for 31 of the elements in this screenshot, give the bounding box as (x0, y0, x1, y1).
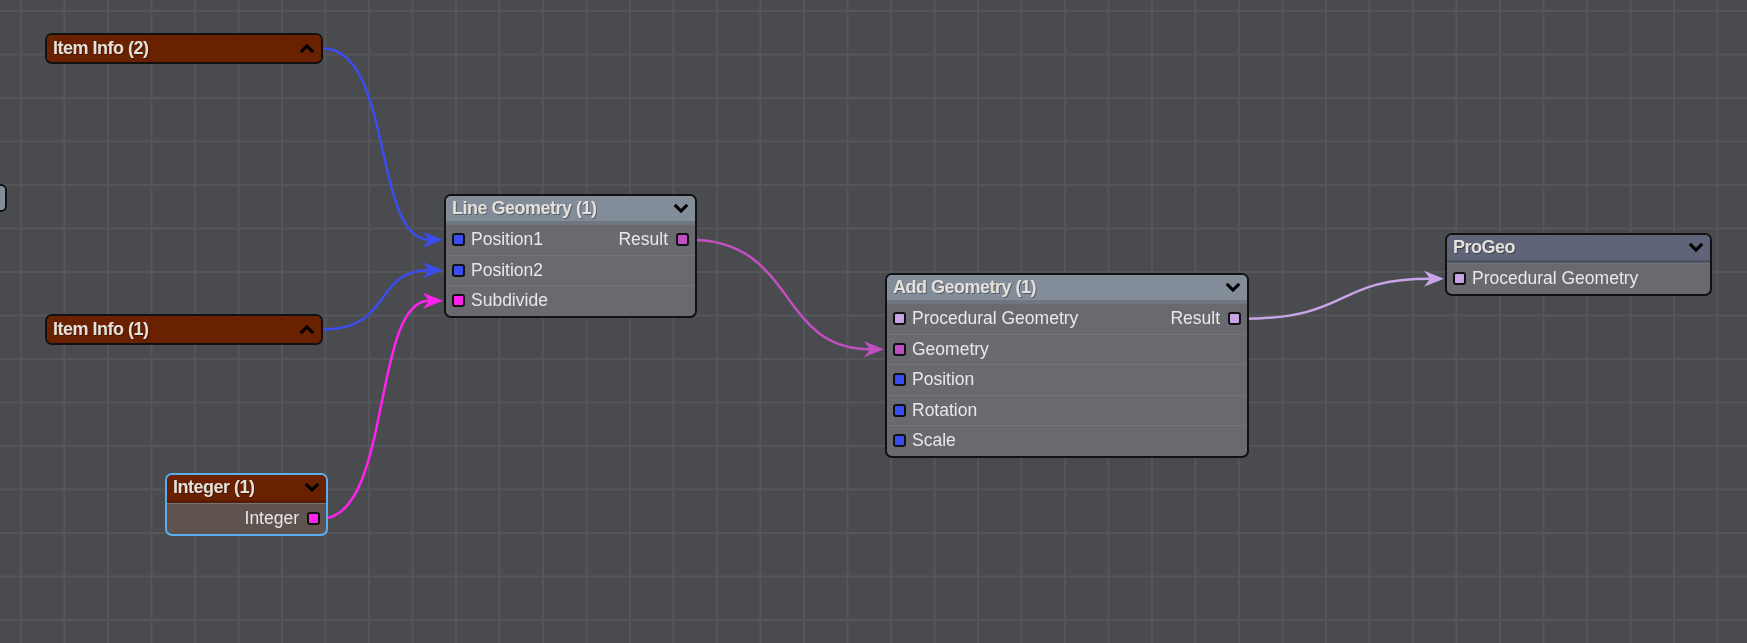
input-label: Position1 (471, 229, 543, 251)
input-label: Procedural Geometry (1472, 268, 1639, 290)
input-label: Geometry (912, 338, 989, 360)
node-panel[interactable]: ProGeo Procedural Geometry (1445, 233, 1712, 296)
output-label: Result (1170, 308, 1220, 330)
node-title: Item Info (1) (53, 319, 149, 340)
node-title: Add Geometry (1) (893, 277, 1037, 298)
caret-down-icon[interactable] (1225, 282, 1241, 293)
input-label: Scale (912, 430, 956, 452)
input-label: Subdivide (471, 290, 548, 312)
node-panel[interactable]: Line Geometry (1) Position1 Result Position2 Subdivide (444, 194, 697, 318)
node-header[interactable]: Item Info (2) (47, 35, 321, 62)
node-panel[interactable]: Add Geometry (1) Procedural Geometry Result Geometry Position Rotation Scale (885, 273, 1249, 458)
node-title: Integer (1) (173, 477, 255, 498)
input-label: Position2 (471, 259, 543, 281)
node-header[interactable]: ProGeo (1447, 235, 1710, 263)
node-header[interactable]: Item Info (1) (47, 316, 321, 343)
node-panel[interactable]: Integer (1) Integer (165, 473, 328, 536)
node-header[interactable]: Line Geometry (1) (446, 196, 695, 224)
output-label: Result (618, 229, 668, 251)
input-label: Position (912, 369, 975, 391)
node-title: Line Geometry (1) (452, 198, 597, 219)
node-title: ProGeo (1453, 237, 1515, 258)
caret-down-icon[interactable] (673, 203, 689, 214)
node-header[interactable]: Add Geometry (1) (887, 275, 1247, 303)
node-title: Item Info (2) (53, 38, 149, 59)
output-label: Integer (244, 508, 299, 530)
caret-down-icon[interactable] (1688, 242, 1704, 253)
input-label: Procedural Geometry (912, 308, 1079, 330)
input-label: Rotation (912, 399, 978, 421)
node-header[interactable]: Integer (1) (167, 475, 326, 503)
